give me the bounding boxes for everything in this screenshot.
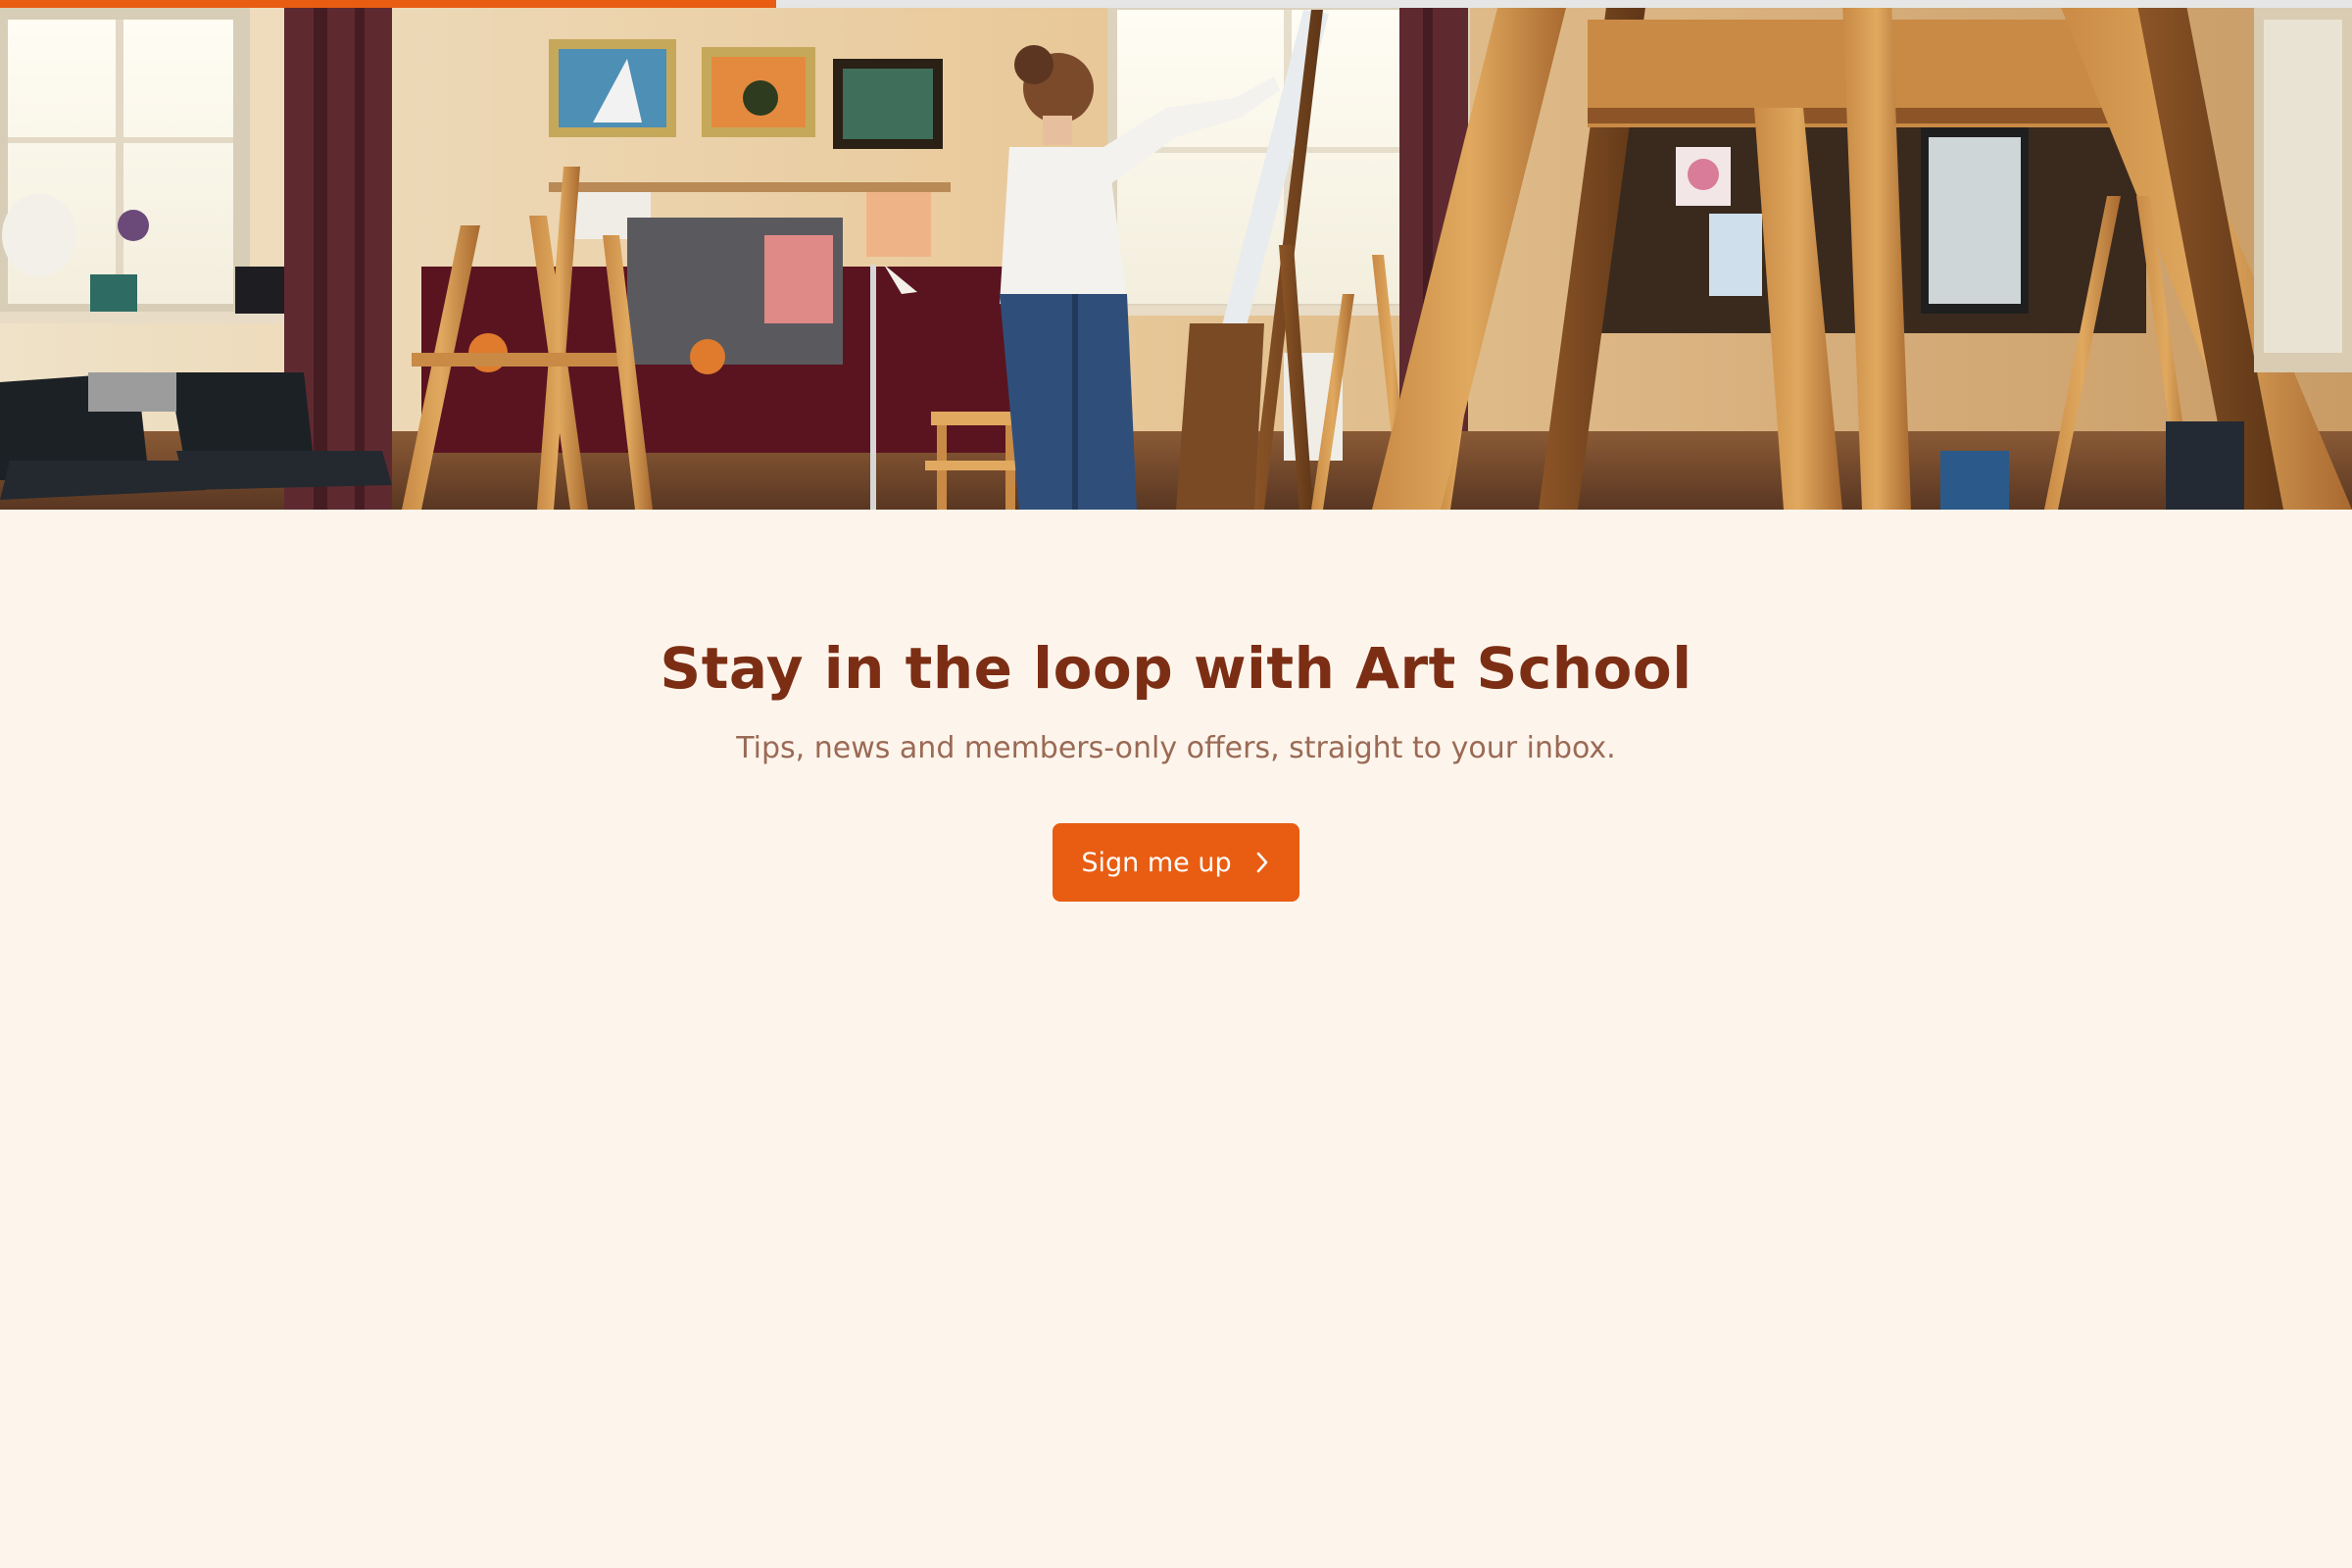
progress-bar <box>0 0 2352 8</box>
newsletter-title: Stay in the loop with Art School <box>660 635 1692 702</box>
sign-up-button-label: Sign me up <box>1081 847 1232 878</box>
hero-image <box>0 0 2352 510</box>
sign-up-button[interactable]: Sign me up <box>1053 823 1299 902</box>
progress-bar-fill <box>0 0 776 8</box>
newsletter-subtitle: Tips, news and members-only offers, stra… <box>736 731 1616 765</box>
newsletter-section: Stay in the loop with Art School Tips, n… <box>0 510 2352 1568</box>
chevron-right-icon <box>1253 850 1271 875</box>
